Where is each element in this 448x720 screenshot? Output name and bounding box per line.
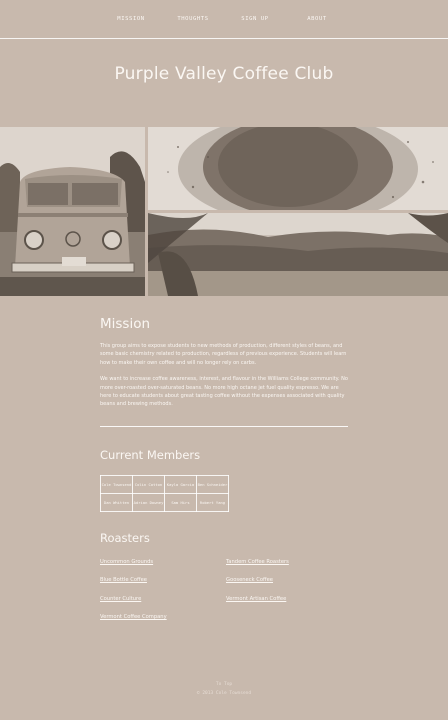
table-row: Dan Whitten Adrian Downey Sam Hirs Rober…: [100, 492, 229, 512]
nav-link-mission[interactable]: Mission: [100, 16, 162, 22]
member-cell: Adrian Downey: [132, 492, 165, 512]
member-cell: Ben Schneider: [196, 474, 229, 494]
member-cell: Cole Townsend: [100, 474, 133, 494]
top-nav: Mission Thoughts Sign Up About: [0, 0, 448, 39]
landscape-photo: [148, 213, 448, 296]
members-heading: Current Members: [100, 447, 201, 462]
nav-link-thoughts[interactable]: Thoughts: [162, 16, 224, 22]
roaster-link[interactable]: Vermont Artisan Coffee: [226, 595, 348, 604]
mission-paragraph-1: This group aims to expose students to ne…: [100, 343, 347, 366]
mission-heading: Mission: [100, 316, 151, 332]
member-cell: Colin Cotton: [132, 474, 165, 494]
footer: To Top © 2013 Cole Townsend: [0, 680, 448, 698]
member-cell: Sam Hirs: [164, 492, 197, 512]
to-top-link[interactable]: To Top: [0, 680, 448, 689]
section-divider: [100, 425, 348, 427]
roasters-list: Uncommon Grounds Tandem Coffee Roasters …: [100, 558, 348, 622]
roaster-link[interactable]: Gooseneck Coffee: [226, 576, 348, 585]
member-cell: Kayla Garcia: [164, 474, 197, 494]
table-row: Cole Townsend Colin Cotton Kayla Garcia …: [100, 474, 229, 494]
member-cell: Robert Yang: [196, 492, 229, 512]
members-table: Cole Townsend Colin Cotton Kayla Garcia …: [100, 474, 229, 512]
roasters-heading: Roasters: [100, 530, 150, 545]
roaster-link[interactable]: Counter Culture: [100, 595, 226, 604]
roaster-link[interactable]: Tandem Coffee Roasters: [226, 558, 348, 567]
photo-gallery: [0, 127, 448, 296]
copyright-text: © 2013 Cole Townsend: [196, 691, 252, 696]
nav-link-sign-up[interactable]: Sign Up: [224, 16, 286, 22]
main-content: Mission This group aims to expose studen…: [100, 316, 348, 622]
site-title: Purple Valley Coffee Club: [114, 64, 334, 84]
roaster-link[interactable]: Vermont Coffee Company: [100, 613, 226, 622]
roaster-link[interactable]: Uncommon Grounds: [100, 558, 226, 567]
vw-bus-photo: [0, 127, 145, 296]
member-cell: Dan Whitten: [100, 492, 133, 512]
roaster-link[interactable]: Blue Bottle Coffee: [100, 576, 226, 585]
nav-link-about[interactable]: About: [286, 16, 348, 22]
coffee-grounds-photo: [148, 127, 448, 210]
mission-paragraph-2: We want to increase coffee awareness, in…: [100, 376, 348, 408]
